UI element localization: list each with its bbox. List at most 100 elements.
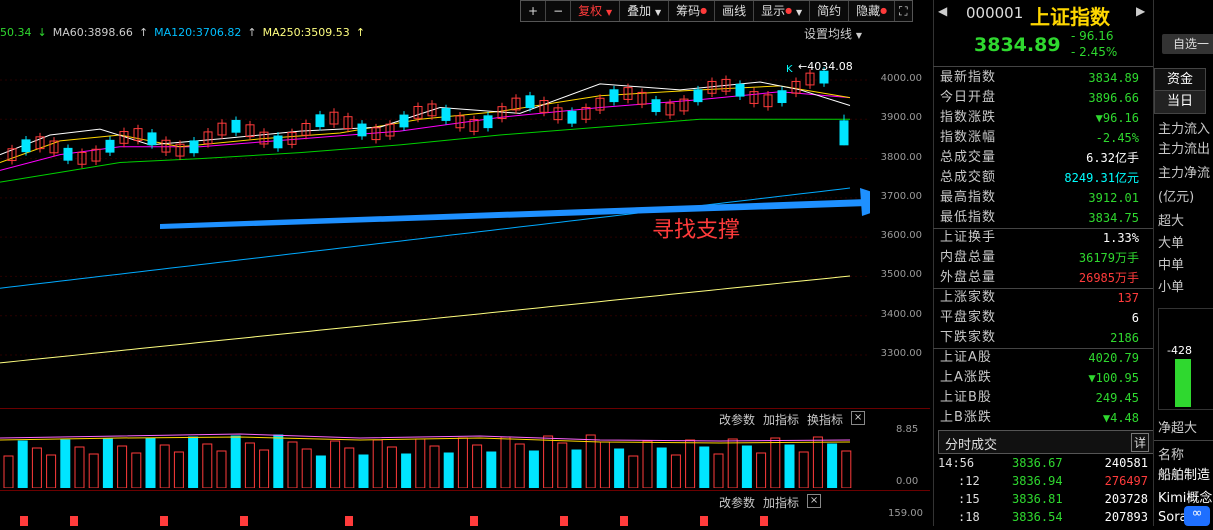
candle-body [839, 120, 849, 146]
ticks-header[interactable]: 分时成交 详 [938, 430, 1154, 454]
capital-bar [1175, 359, 1191, 407]
capital-label: 超大 [1158, 214, 1185, 229]
support-arrow-line [160, 199, 868, 229]
index-change-pct: - 2.45% [1071, 45, 1118, 59]
zoom-out-button[interactable]: − [546, 1, 572, 21]
chouma-button[interactable]: 筹码● [669, 1, 716, 21]
volume-bar [713, 453, 724, 488]
volume-bar [88, 453, 99, 488]
stat-label: 内盘总量 [940, 250, 997, 265]
high-price-value: 4034.08 [807, 60, 853, 73]
stat-row: 指数涨跌 ▼96.16 [938, 108, 1143, 128]
zixuan-label: 自选 [1172, 37, 1197, 51]
volume-bar [188, 436, 199, 488]
sector-item[interactable]: Kimi概念 [1158, 487, 1212, 506]
indicator2-bar [470, 516, 478, 526]
candle-body [315, 114, 325, 128]
y-tick-label: 3400.00 [880, 308, 922, 320]
volume-bar [685, 439, 696, 488]
yincang-label: 隐藏 [856, 4, 881, 18]
panel-divider [0, 490, 930, 491]
jiazhibiao-button[interactable]: 加指标 [763, 494, 799, 511]
indicator2-bar [160, 516, 168, 526]
index-name: 上证指数 [1030, 5, 1110, 29]
candle-body [273, 135, 283, 149]
chevron-down-icon: ▼ [855, 31, 862, 40]
ma60-line [0, 118, 850, 183]
tab-dangri[interactable]: 当日 [1154, 90, 1206, 114]
stat-row: 最新指数 3834.89 [938, 68, 1143, 88]
stat-label: 上证B股 [940, 390, 992, 405]
xianshi-label: 显示 [761, 4, 786, 18]
tick-volume: 203728 [1104, 492, 1148, 506]
stat-label: 最低指数 [940, 210, 997, 225]
stat-value: 4020.79 [1088, 351, 1139, 365]
gaicanshu-button[interactable]: 改参数 [719, 411, 755, 428]
volume-bar [699, 446, 710, 488]
volume-bar [202, 443, 213, 488]
volume-bar [429, 445, 440, 488]
y-tick-label: 4000.00 [880, 73, 922, 84]
ticks-detail-button[interactable]: 详 [1130, 433, 1149, 452]
capital-label: (亿元) [1158, 190, 1195, 205]
volume-bar [102, 438, 113, 488]
index-code: 000001 [966, 4, 1024, 22]
candle-body [105, 139, 115, 153]
stat-label: 指数涨跌 [940, 110, 997, 125]
jiazhibiao-button[interactable]: 加指标 [763, 411, 799, 428]
capital-bar-box: -428 [1158, 308, 1213, 410]
back-arrow-icon[interactable]: ◀ [938, 4, 947, 18]
sector-item[interactable]: 船舶制造 [1158, 464, 1210, 483]
volume-bar [670, 454, 681, 488]
huanzhibiao-button[interactable]: 换指标 [807, 411, 843, 428]
xianshi-dropdown[interactable]: 显示● ▼ [754, 1, 811, 21]
volume-bar [287, 441, 298, 488]
stat-row: 总成交额 8249.31亿元 [938, 168, 1143, 188]
ma-settings-button[interactable]: 设置均线 ▼ [804, 25, 862, 42]
k-marker: K [786, 64, 793, 75]
kline-chart-area[interactable]: 50.34 ↓ MA60:3898.66 ↑ MA120:3706.82 ↑ M… [0, 0, 930, 526]
gaicanshu-button[interactable]: 改参数 [719, 494, 755, 511]
yincang-button[interactable]: 隐藏● [849, 1, 896, 21]
ma120-value: MA120:3706.82 [154, 25, 242, 39]
stat-row: 上A涨跌 ▼100.95 [938, 368, 1143, 388]
tick-volume: 207893 [1104, 510, 1148, 524]
stat-value: ▼4.48 [1102, 411, 1139, 425]
forward-arrow-icon[interactable]: ▶ [1136, 4, 1145, 18]
volume-bar [514, 443, 525, 488]
stat-row: 平盘家数 6 [938, 308, 1143, 328]
volume-bar [259, 449, 270, 488]
volume-bar [315, 455, 326, 488]
chat-icon[interactable]: ∞ [1184, 506, 1210, 526]
jianyue-button[interactable]: 简约 [810, 1, 850, 21]
capital-bar-label: 净超大 [1158, 421, 1198, 436]
huaxian-button[interactable]: 画线 [715, 1, 755, 21]
diejia-dropdown[interactable]: 叠加 ▼ [620, 1, 670, 21]
stat-row: 最高指数 3912.01 [938, 188, 1143, 208]
stat-row: 外盘总量 26985万手 [938, 268, 1143, 288]
fuquan-dropdown[interactable]: 复权 ▼ [571, 1, 621, 21]
volume-bar [614, 448, 625, 488]
volume-bar [528, 450, 539, 488]
stat-row: 上B涨跌 ▼4.48 [938, 408, 1143, 428]
candle-body [609, 89, 619, 103]
expand-icon[interactable]: ⛶ [895, 1, 911, 21]
volume-bar [401, 453, 412, 488]
stat-value: 3896.66 [1088, 91, 1139, 105]
volume-bar [812, 436, 823, 488]
tab-zijin[interactable]: 资金 [1154, 68, 1206, 92]
volume-bar [117, 445, 128, 488]
zoom-in-button[interactable]: + [521, 1, 547, 21]
red-dot-icon: ● [880, 6, 888, 15]
indicator2-bar [70, 516, 78, 526]
close-icon[interactable]: × [851, 411, 866, 425]
close-icon[interactable]: × [807, 494, 822, 508]
ticks-title: 分时成交 [945, 438, 998, 453]
stat-label: 上证A股 [940, 350, 992, 365]
zixuan-button[interactable]: 自选一 [1162, 34, 1213, 54]
red-dot-icon: ● [785, 6, 793, 15]
volume-toolbar: 改参数 加指标 换指标 × [719, 411, 866, 428]
ma-first-value: 50.34 [0, 25, 32, 39]
volume-bar [543, 435, 554, 488]
stat-label: 最高指数 [940, 190, 997, 205]
